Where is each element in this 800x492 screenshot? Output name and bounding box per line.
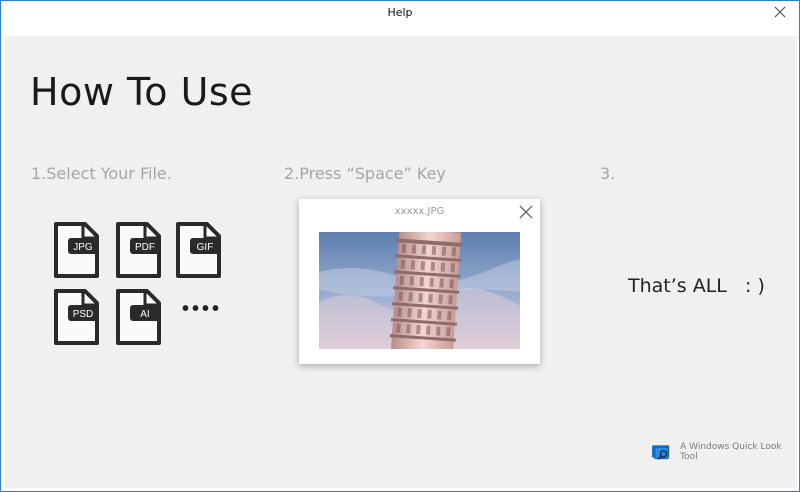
close-icon — [774, 6, 786, 18]
step-1-label: 1.Select Your File. — [31, 164, 172, 183]
pdf-file-icon: PDF — [116, 222, 161, 278]
file-type-label: PSD — [73, 309, 94, 320]
ai-file-icon: AI — [116, 289, 161, 345]
app-tagline: A Windows Quick Look Tool — [680, 442, 782, 462]
file-type-label: GIF — [197, 242, 214, 253]
window-title: Help — [387, 6, 413, 19]
help-window: Help How To Use 1.Select Your File. 2.Pr… — [0, 0, 800, 492]
file-type-label: JPG — [73, 242, 93, 253]
leaning-tower-photo — [319, 232, 520, 349]
psd-file-icon: PSD — [54, 289, 99, 345]
close-icon — [519, 205, 533, 219]
gif-file-icon: GIF — [176, 222, 221, 278]
file-type-label: PDF — [135, 242, 155, 253]
title-bar: Help — [1, 1, 799, 35]
preview-filename: xxxxx.JPG — [394, 206, 445, 217]
more-file-types-indicator: •••• — [182, 298, 223, 320]
step-3-label: 3. — [600, 164, 616, 183]
file-type-label: AI — [140, 309, 149, 320]
window-close-button[interactable] — [765, 1, 795, 23]
app-branding: A Windows Quick Look Tool — [651, 442, 797, 462]
page-title: How To Use — [30, 70, 254, 114]
preview-window: xxxxx.JPG — [299, 199, 540, 364]
content-area: How To Use 1.Select Your File. 2.Press “… — [5, 36, 797, 488]
app-logo-icon — [651, 445, 670, 460]
completion-message: That’s ALL : ) — [628, 275, 765, 297]
jpg-file-icon: JPG — [54, 222, 99, 278]
step-2-label: 2.Press “Space” Key — [284, 164, 446, 183]
